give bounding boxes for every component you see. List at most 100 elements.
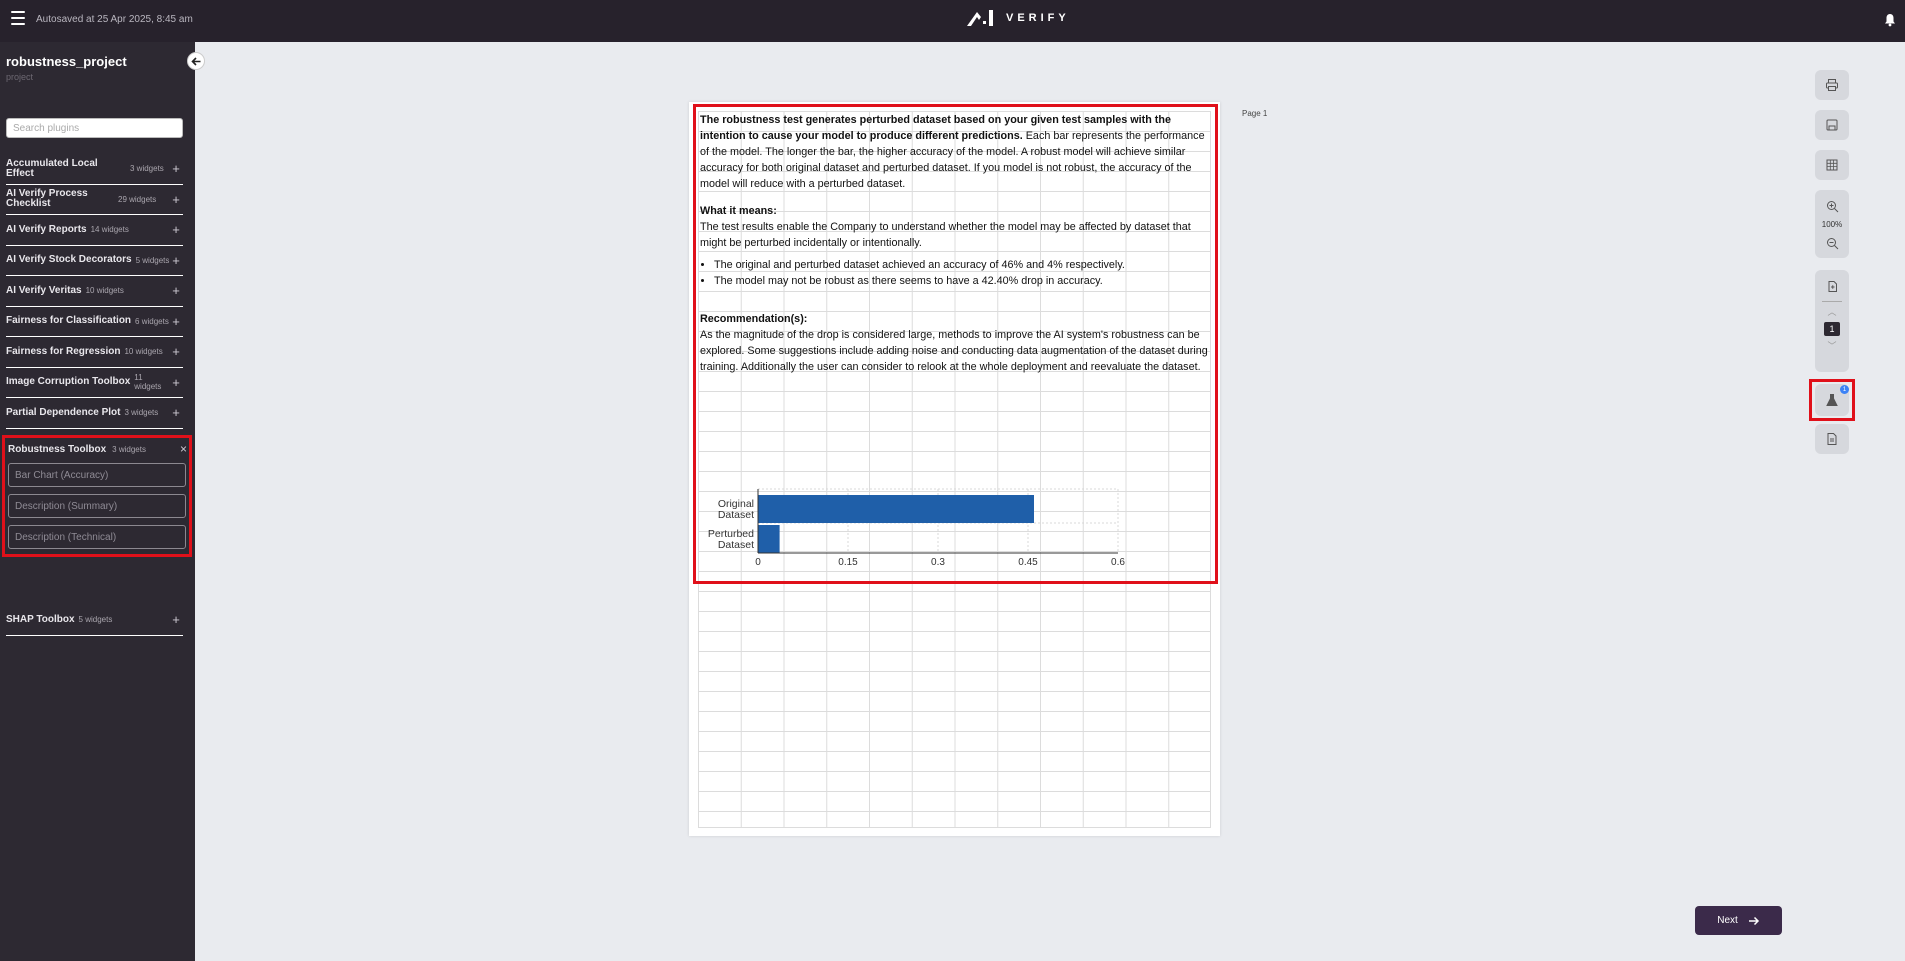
plugin-item[interactable]: SHAP Toolbox 5 widgets + — [6, 605, 183, 636]
document-icon — [1827, 433, 1837, 445]
plus-icon[interactable]: + — [171, 222, 181, 237]
logo-text: VERIFY — [1006, 12, 1070, 24]
x-tick-label: 0.15 — [838, 557, 858, 568]
what-it-means-text: The test results enable the Company to u… — [700, 221, 1191, 249]
page-number[interactable]: 1 — [1824, 322, 1840, 336]
what-it-means-heading: What it means: — [700, 205, 777, 217]
notification-badge: 1 — [1840, 385, 1849, 394]
bar — [758, 495, 1034, 523]
x-tick-label: 0.45 — [1018, 557, 1038, 568]
plugin-count: 5 widgets — [78, 615, 113, 625]
robustness-toolbox-header[interactable]: Robustness Toolbox 3 widgets × — [8, 442, 187, 456]
arrow-right-icon — [1748, 916, 1759, 925]
category-label: Dataset — [718, 539, 754, 551]
next-button[interactable]: Next — [1695, 906, 1782, 935]
plugin-count: 10 widgets — [85, 286, 124, 296]
plugin-count: 5 widgets — [135, 255, 170, 265]
report-description: The robustness test generates perturbed … — [700, 112, 1214, 375]
plugin-item[interactable]: AI Verify Veritas 10 widgets + — [6, 276, 183, 307]
plus-icon[interactable]: + — [171, 405, 181, 420]
x-tick-label: 0.3 — [931, 557, 945, 568]
add-page-button[interactable] — [1820, 274, 1844, 298]
zoom-controls: 100% — [1815, 190, 1849, 258]
plus-icon[interactable]: + — [171, 192, 181, 207]
plus-icon[interactable]: + — [171, 375, 181, 390]
plugin-name: Partial Dependence Plot — [6, 406, 121, 418]
autosave-status: Autosaved at 25 Apr 2025, 8:45 am — [36, 14, 193, 25]
plus-icon[interactable]: + — [171, 161, 181, 176]
plugin-name: Robustness Toolbox — [8, 443, 107, 455]
plus-icon[interactable]: + — [171, 314, 181, 329]
collapse-sidebar-button[interactable] — [187, 52, 205, 70]
printer-icon — [1826, 79, 1838, 91]
recommendation-heading: Recommendation(s): — [700, 313, 808, 325]
bar — [758, 525, 780, 553]
zoom-out-button[interactable] — [1820, 231, 1844, 255]
plugin-name: AI Verify Reports — [6, 223, 87, 235]
document-tool[interactable] — [1815, 424, 1849, 454]
plugin-item[interactable]: Accumulated Local Effect 3 widgets + — [6, 154, 183, 185]
add-page-icon — [1828, 280, 1837, 292]
plus-icon[interactable]: + — [171, 253, 181, 268]
plugin-name: AI Verify Veritas — [6, 284, 82, 296]
plugin-name: AI Verify Stock Decorators — [6, 254, 132, 266]
robustness-widget[interactable]: The robustness test generates perturbed … — [693, 104, 1218, 584]
flask-tool-highlight: 1 — [1809, 379, 1855, 421]
plus-icon[interactable]: + — [171, 344, 181, 359]
plugin-item[interactable]: Fairness for Classification 6 widgets + — [6, 307, 183, 337]
save-tool[interactable] — [1815, 110, 1849, 140]
aiverify-logo: VERIFY — [966, 9, 1070, 27]
print-tool[interactable] — [1815, 70, 1849, 100]
plugin-name: Fairness for Regression — [6, 345, 121, 357]
plugin-name: Accumulated Local Effect — [6, 157, 98, 179]
widget-bar-chart-accuracy[interactable]: Bar Chart (Accuracy) — [8, 463, 186, 487]
widget-description-technical[interactable]: Description (Technical) — [8, 525, 186, 549]
grid-tool[interactable] — [1815, 150, 1849, 180]
plugin-item[interactable]: Image Corruption Toolbox 11 widgets + — [6, 368, 183, 398]
chevron-up-icon[interactable]: ︿ — [1827, 305, 1836, 319]
list-item: The original and perturbed dataset achie… — [714, 257, 1214, 273]
plugin-item-shap[interactable]: SHAP Toolbox 5 widgets + — [6, 605, 183, 636]
plugin-count: 3 widgets — [112, 444, 146, 454]
list-item: The model may not be robust as there see… — [714, 273, 1214, 289]
page-controls: ︿ 1 ﹀ — [1815, 270, 1849, 372]
close-icon[interactable]: × — [180, 442, 187, 456]
plugin-count: 6 widgets — [135, 316, 169, 326]
plus-icon[interactable]: + — [171, 283, 181, 298]
plugin-count: 14 widgets — [90, 225, 129, 235]
plugin-count: 11 widgets — [134, 373, 162, 392]
plugin-item[interactable]: Partial Dependence Plot 3 widgets + — [6, 398, 183, 429]
menu-icon[interactable] — [11, 11, 25, 25]
arrow-left-icon — [190, 56, 200, 66]
plugin-name: SHAP Toolbox — [6, 613, 75, 625]
top-bar: Autosaved at 25 Apr 2025, 8:45 am VERIFY — [0, 0, 1905, 42]
plugin-count: 29 widgets — [118, 194, 157, 204]
plugin-item[interactable]: AI Verify Stock Decorators 5 widgets + — [6, 246, 183, 276]
search-plugins-input[interactable] — [6, 118, 183, 138]
results-list: The original and perturbed dataset achie… — [714, 257, 1214, 289]
bell-icon[interactable] — [1883, 13, 1897, 27]
page-label: Page 1 — [1242, 109, 1268, 118]
robustness-toolbox-panel: Robustness Toolbox 3 widgets × Bar Chart… — [2, 435, 192, 557]
next-button-label: Next — [1717, 915, 1738, 926]
chevron-down-icon[interactable]: ﹀ — [1827, 339, 1836, 353]
intro-paragraph: The robustness test generates perturbed … — [700, 112, 1214, 192]
project-title: robustness_project — [6, 54, 127, 69]
widget-description-summary[interactable]: Description (Summary) — [8, 494, 186, 518]
plugin-item[interactable]: Fairness for Regression 10 widgets + — [6, 337, 183, 368]
plugin-count: 3 widgets — [124, 408, 159, 418]
zoom-out-icon — [1826, 237, 1838, 249]
zoom-level: 100% — [1821, 220, 1843, 229]
plugin-name: AI Verify Process Checklist — [6, 188, 88, 210]
zoom-in-button[interactable] — [1820, 194, 1844, 218]
plugin-item[interactable]: AI Verify Reports 14 widgets + — [6, 215, 183, 246]
category-label: Dataset — [718, 509, 754, 521]
project-subtitle: project — [6, 72, 34, 82]
plus-icon[interactable]: + — [171, 612, 181, 627]
x-tick-label: 0.6 — [1111, 557, 1125, 568]
logo-mark-icon — [967, 10, 993, 26]
grid-icon — [1826, 159, 1838, 171]
plugin-item[interactable]: AI Verify Process Checklist 29 widgets + — [6, 185, 183, 215]
recommendation-text: As the magnitude of the drop is consider… — [700, 329, 1208, 373]
save-icon — [1826, 119, 1838, 131]
